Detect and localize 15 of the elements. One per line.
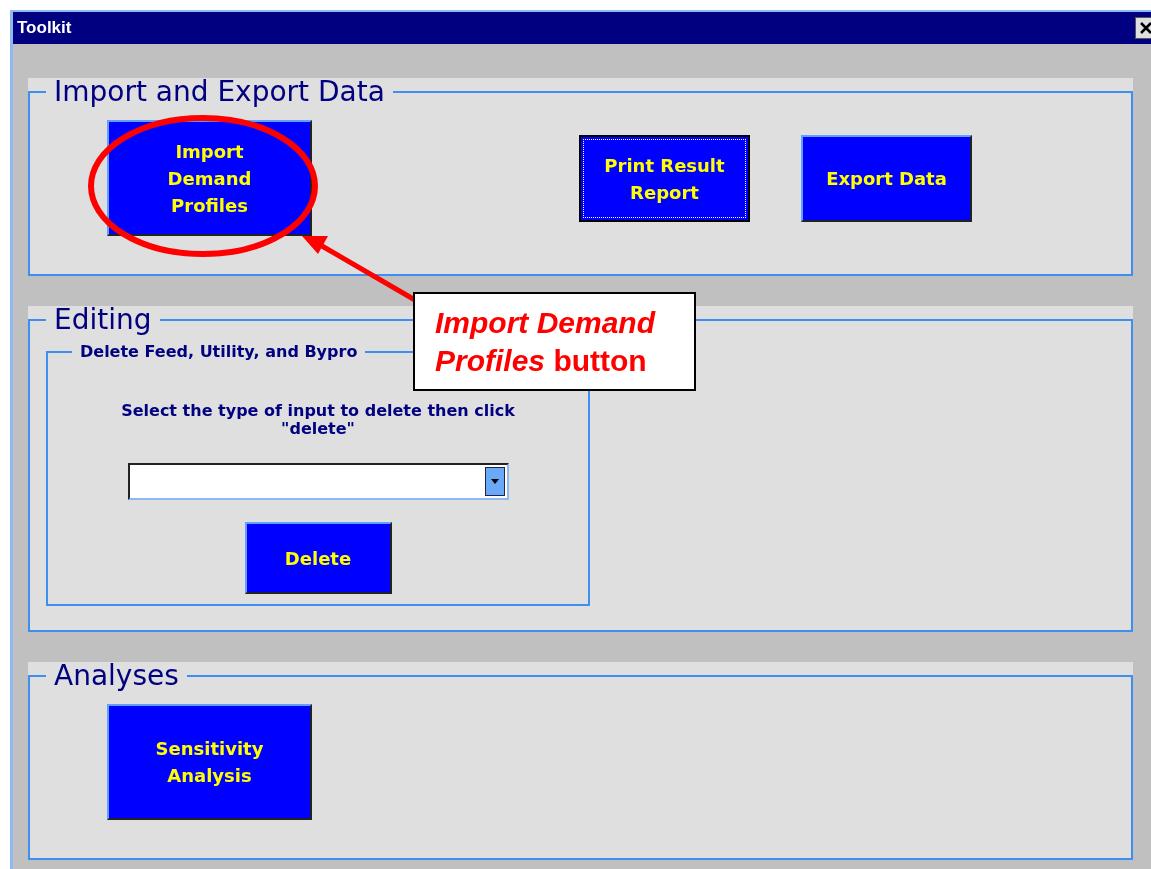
instruction-text: Select the type of input to delete then click "delete" — [120, 402, 516, 438]
dropdown-field[interactable] — [127, 463, 509, 501]
action-button[interactable]: Import Demand Profiles — [107, 120, 312, 236]
close-button[interactable] — [1135, 17, 1151, 39]
action-button[interactable]: Delete — [244, 522, 392, 595]
group-title: Delete Feed, Utility, and Bypro — [79, 344, 359, 360]
window-title: Toolkit — [16, 17, 72, 40]
action-button[interactable]: Sensitivity Analysis — [107, 704, 312, 821]
action-button[interactable]: Export Data — [801, 135, 972, 222]
close-icon — [1139, 21, 1151, 35]
action-button[interactable]: Print Result Report — [579, 135, 750, 222]
group-title: Import and Export Data — [53, 78, 386, 106]
group-title: Editing — [53, 306, 153, 334]
callout-text: Import Demand Profiles button — [413, 292, 696, 391]
group-title: Analyses — [53, 662, 180, 691]
